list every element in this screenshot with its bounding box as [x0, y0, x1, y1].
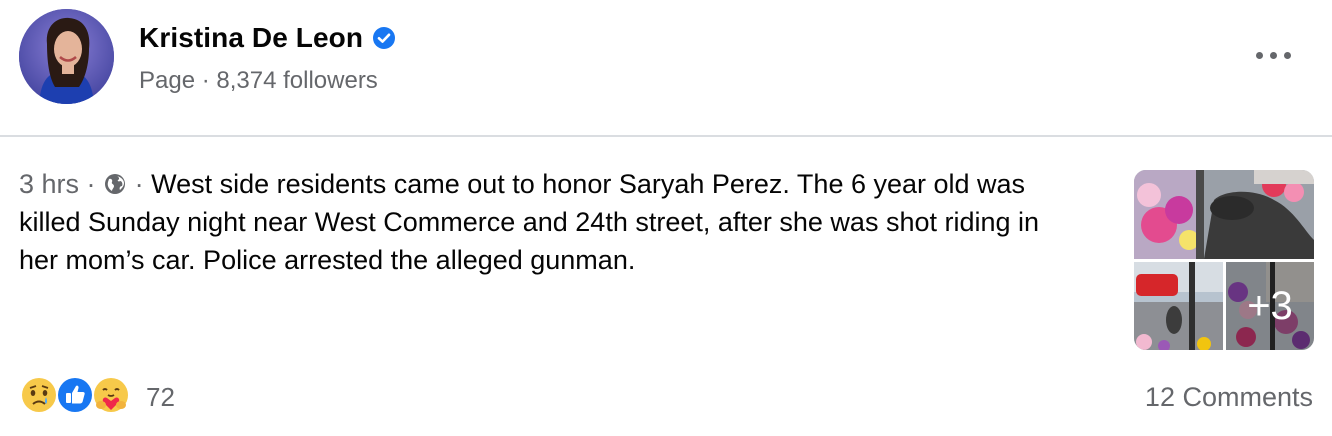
more-options-icon[interactable]	[1256, 42, 1292, 66]
reaction-count[interactable]: 72	[146, 382, 175, 413]
profile-photo	[19, 9, 114, 104]
reactions-summary[interactable]	[20, 376, 134, 416]
page-name-row: Kristina De Leon	[139, 22, 396, 54]
separator: ·	[86, 169, 96, 199]
post-footer: 72 12 Comments	[0, 370, 1332, 430]
photo-grid[interactable]: +3	[1134, 170, 1314, 350]
sad-reaction-icon	[20, 376, 58, 414]
divider	[0, 135, 1332, 137]
comments-count[interactable]: 12 Comments	[1145, 382, 1313, 413]
post-time[interactable]: 3 hrs	[19, 169, 79, 199]
like-reaction-icon	[56, 376, 94, 414]
page-followers: Page · 8,374 followers	[139, 67, 378, 94]
more-photos-count[interactable]: +3	[1226, 262, 1314, 350]
page-name[interactable]: Kristina De Leon	[139, 22, 363, 54]
globe-icon[interactable]	[103, 168, 127, 194]
separator: ·	[134, 169, 144, 199]
balloons-photo[interactable]: +3	[1226, 262, 1314, 350]
street-photo[interactable]	[1134, 262, 1223, 350]
memorial-photo[interactable]	[1134, 170, 1314, 259]
avatar[interactable]	[19, 9, 114, 104]
post-body: 3 hrs · · West side residents came out t…	[19, 165, 1079, 279]
post-header: Kristina De Leon Page · 8,374 followers	[0, 0, 1332, 136]
post-text: West side residents came out to honor Sa…	[19, 169, 1040, 275]
care-reaction-icon	[92, 376, 130, 414]
verified-badge-icon	[372, 26, 396, 50]
